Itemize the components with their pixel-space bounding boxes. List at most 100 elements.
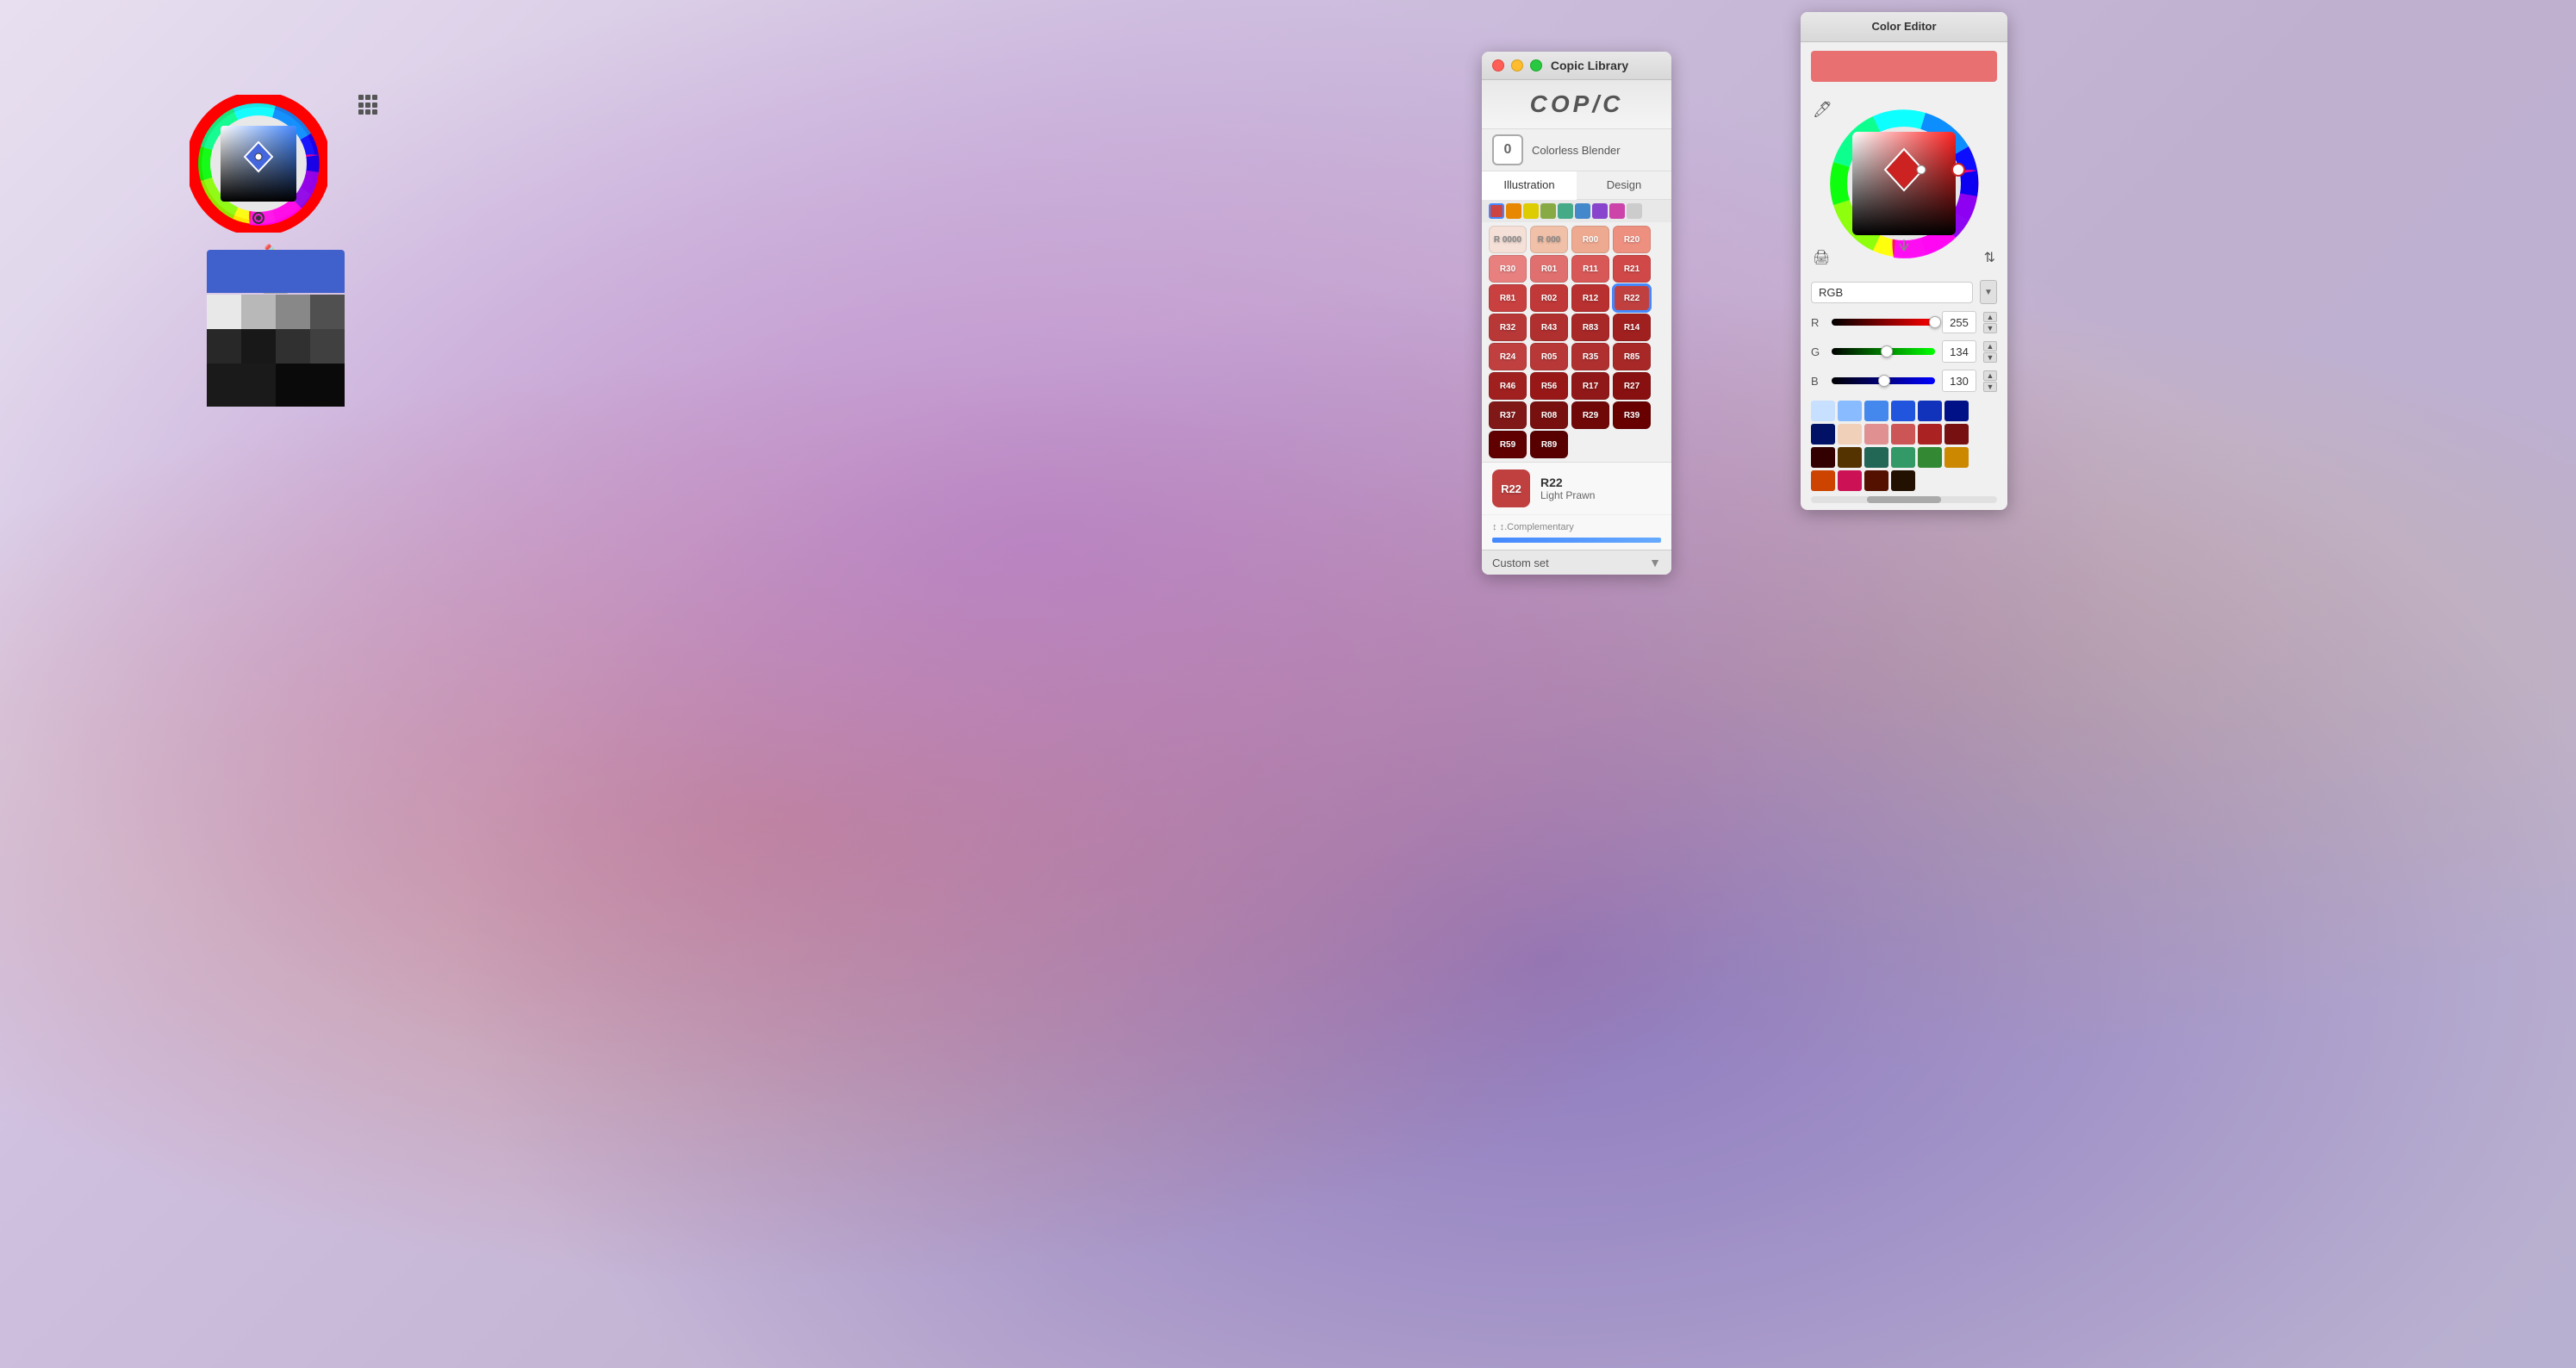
chip-r20[interactable]: R20: [1613, 226, 1651, 253]
custom-set-row[interactable]: Custom set ▼: [1482, 550, 1671, 575]
tab-illustration[interactable]: Illustration: [1482, 171, 1577, 200]
chip-r29[interactable]: R29: [1571, 401, 1609, 429]
row-swatch-purple[interactable]: [1592, 203, 1608, 219]
channel-r-up[interactable]: ▲: [1983, 312, 1997, 322]
chip-r12[interactable]: R12: [1571, 284, 1609, 312]
swatch-orange-red[interactable]: [1811, 470, 1835, 491]
tab-design[interactable]: Design: [1577, 171, 1671, 199]
swatch-very-dark-brown[interactable]: [1891, 470, 1915, 491]
chip-r17[interactable]: R17: [1571, 372, 1609, 400]
chip-r85[interactable]: R85: [1613, 343, 1651, 370]
row-swatch-orange[interactable]: [1506, 203, 1521, 219]
chip-r27[interactable]: R27: [1613, 372, 1651, 400]
channel-g-value[interactable]: 134: [1942, 340, 1976, 363]
swatch-red2[interactable]: [1918, 424, 1942, 445]
swatch-black-left[interactable]: [207, 364, 276, 407]
color-wheel[interactable]: [190, 95, 327, 233]
channel-g-up[interactable]: ▲: [1983, 341, 1997, 351]
swatch-darknavy[interactable]: [1811, 424, 1835, 445]
chip-r56[interactable]: R56: [1530, 372, 1568, 400]
chip-r02[interactable]: R02: [1530, 284, 1568, 312]
swatch-peach[interactable]: [1838, 424, 1862, 445]
swatch-teal[interactable]: [1891, 447, 1915, 468]
swatch-darkred[interactable]: [1944, 424, 1969, 445]
swatch-dark-brown[interactable]: [1864, 470, 1888, 491]
channel-r-value[interactable]: 255: [1942, 311, 1976, 333]
close-button[interactable]: [1492, 59, 1504, 72]
chip-r83[interactable]: R83: [1571, 314, 1609, 341]
swatch-brown[interactable]: [1838, 447, 1862, 468]
swatch-darkest1[interactable]: [276, 329, 310, 364]
chip-r43[interactable]: R43: [1530, 314, 1568, 341]
chip-r14[interactable]: R14: [1613, 314, 1651, 341]
panel-scrollbar[interactable]: [1811, 496, 1997, 503]
chip-r00[interactable]: R00: [1571, 226, 1609, 253]
channel-g-down[interactable]: ▼: [1983, 352, 1997, 363]
channel-b-slider[interactable]: [1832, 377, 1935, 384]
chip-r01[interactable]: R01: [1530, 255, 1568, 283]
print-icon-editor[interactable]: 🖨: [1813, 249, 1830, 266]
row-swatch-neutral[interactable]: [1627, 203, 1642, 219]
selected-chip-large[interactable]: R22: [1492, 469, 1530, 507]
swatch-very-dark[interactable]: [207, 329, 241, 364]
complementary-label[interactable]: ↕ ↕.Complementary: [1492, 522, 1574, 532]
chip-r0000[interactable]: R 0000: [1489, 226, 1527, 253]
swatch-lightblue2[interactable]: [1838, 401, 1862, 421]
palette-blue-strip[interactable]: [207, 250, 345, 293]
swatch-green[interactable]: [1918, 447, 1942, 468]
maximize-button[interactable]: [1530, 59, 1542, 72]
row-swatch-green-yellow[interactable]: [1540, 203, 1556, 219]
channel-r-thumb[interactable]: [1929, 316, 1941, 328]
minimize-button[interactable]: [1511, 59, 1523, 72]
swatch-black-right[interactable]: [276, 364, 345, 407]
swatch-lightblue1[interactable]: [1811, 401, 1835, 421]
chip-r24[interactable]: R24: [1489, 343, 1527, 370]
chip-r37[interactable]: R37: [1489, 401, 1527, 429]
channel-b-up[interactable]: ▲: [1983, 370, 1997, 381]
row-swatch-yellow[interactable]: [1523, 203, 1539, 219]
channel-g-thumb[interactable]: [1881, 345, 1893, 358]
chip-r05[interactable]: R05: [1530, 343, 1568, 370]
scrollbar-thumb[interactable]: [1867, 496, 1941, 503]
chip-r46[interactable]: R46: [1489, 372, 1527, 400]
dropdown-arrow[interactable]: ▼: [1980, 280, 1997, 304]
color-preview-bar[interactable]: [1811, 51, 1997, 82]
editor-color-wheel[interactable]: [1818, 97, 1990, 270]
channel-r-down[interactable]: ▼: [1983, 323, 1997, 333]
chip-r35[interactable]: R35: [1571, 343, 1609, 370]
row-swatch-blue[interactable]: [1575, 203, 1590, 219]
chip-r21[interactable]: R21: [1613, 255, 1651, 283]
swatch-salmon[interactable]: [1864, 424, 1888, 445]
chip-r81[interactable]: R81: [1489, 284, 1527, 312]
chip-r22[interactable]: R22: [1613, 284, 1651, 312]
grid-icon[interactable]: [358, 95, 379, 115]
swatch-darkteal[interactable]: [1864, 447, 1888, 468]
channel-b-thumb[interactable]: [1878, 375, 1890, 387]
chip-r39[interactable]: R39: [1613, 401, 1651, 429]
adjust-icon[interactable]: ⇅: [1984, 249, 1995, 266]
swatch-dark-gray[interactable]: [310, 295, 345, 329]
swatch-maroon[interactable]: [1811, 447, 1835, 468]
swatch-blue1[interactable]: [1864, 401, 1888, 421]
zero-badge[interactable]: 0: [1492, 134, 1523, 165]
chip-r32[interactable]: R32: [1489, 314, 1527, 341]
swatch-gray[interactable]: [276, 295, 310, 329]
chip-r000[interactable]: R 000: [1530, 226, 1568, 253]
chip-r89[interactable]: R89: [1530, 431, 1568, 458]
chip-r11[interactable]: R11: [1571, 255, 1609, 283]
channel-b-value[interactable]: 130: [1942, 370, 1976, 392]
color-model-dropdown[interactable]: RGB HSB HSL CMYK: [1811, 282, 1973, 303]
swatch-blue2[interactable]: [1891, 401, 1915, 421]
eyedropper-icon[interactable]: 🖊: [1813, 101, 1832, 119]
swatch-gold[interactable]: [1944, 447, 1969, 468]
swatch-navy[interactable]: [1944, 401, 1969, 421]
swatch-darkest2[interactable]: [310, 329, 345, 364]
channel-g-slider[interactable]: [1832, 348, 1935, 355]
row-swatch-teal[interactable]: [1558, 203, 1573, 219]
channel-b-down[interactable]: ▼: [1983, 382, 1997, 392]
swatch-almost-black[interactable]: [241, 329, 276, 364]
swatch-light-gray[interactable]: [241, 295, 276, 329]
swatch-blue3[interactable]: [1918, 401, 1942, 421]
swatch-red1[interactable]: [1891, 424, 1915, 445]
channel-r-slider[interactable]: [1832, 319, 1935, 326]
